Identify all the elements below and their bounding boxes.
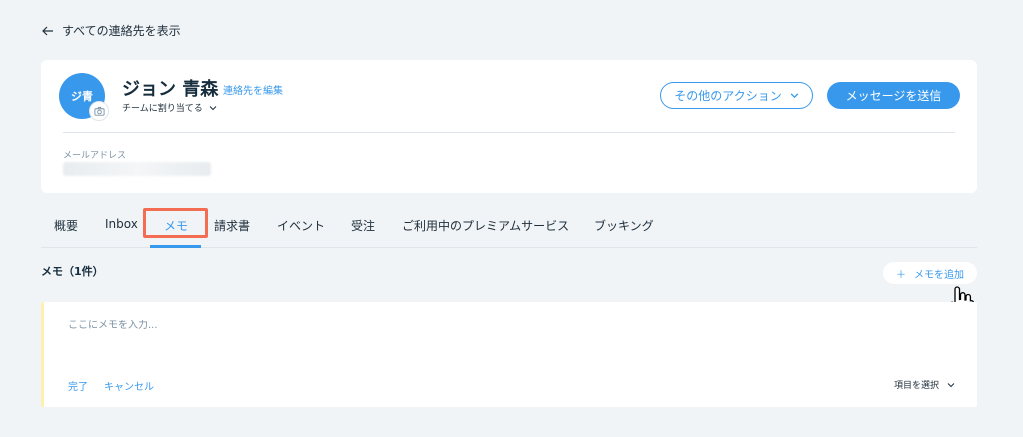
- send-message-button[interactable]: メッセージを送信: [827, 82, 960, 109]
- item-select-label: 項目を選択: [894, 381, 940, 391]
- back-to-contacts-link[interactable]: すべての連絡先を表示: [42, 22, 181, 39]
- tab-bookings[interactable]: ブッキング: [594, 217, 654, 234]
- active-tab-underline: [150, 245, 201, 248]
- arrow-left-icon: [42, 26, 53, 35]
- chevron-down-icon: [947, 382, 955, 387]
- assign-team-label: チームに割り当てる: [122, 104, 203, 114]
- done-button[interactable]: 完了: [68, 378, 88, 393]
- more-actions-button[interactable]: その他のアクション: [660, 82, 813, 109]
- tab-events[interactable]: イベント: [277, 217, 325, 234]
- avatar-initials: ジ青: [71, 90, 93, 103]
- email-label: メールアドレス: [63, 151, 127, 161]
- tab-orders[interactable]: 受注: [351, 217, 375, 234]
- camera-icon[interactable]: [89, 101, 109, 121]
- item-select-dropdown[interactable]: 項目を選択: [894, 378, 955, 391]
- note-input[interactable]: [68, 320, 768, 331]
- chevron-down-icon: [790, 93, 799, 99]
- note-editor-card: 完了 キャンセル 項目を選択: [41, 302, 977, 407]
- notes-section-title: メモ（1件）: [41, 265, 104, 278]
- tab-premium-services[interactable]: ご利用中のプレミアムサービス: [402, 217, 569, 234]
- chevron-down-icon: [209, 105, 217, 110]
- divider: [63, 132, 955, 133]
- add-note-label: メモを追加: [914, 269, 964, 281]
- contact-header-card: ジ青 ジョン 青森 連絡先を編集 チームに割り当てる その他のアクション メッセ…: [41, 60, 977, 193]
- plus-icon: ＋: [896, 269, 906, 281]
- contact-name: ジョン 青森: [122, 79, 219, 100]
- tab-notes[interactable]: メモ: [164, 217, 188, 234]
- edit-contact-link[interactable]: 連絡先を編集: [223, 82, 283, 97]
- tab-inbox[interactable]: Inbox: [105, 217, 138, 231]
- email-value-blurred: [63, 162, 211, 176]
- tab-overview[interactable]: 概要: [54, 217, 78, 234]
- add-note-button[interactable]: ＋ メモを追加: [883, 262, 977, 284]
- assign-team-dropdown[interactable]: チームに割り当てる: [122, 101, 217, 114]
- contact-tabs: 概要 Inbox メモ 請求書 イベント 受注 ご利用中のプレミアムサービス ブ…: [41, 208, 977, 248]
- back-label: すべての連絡先を表示: [62, 24, 181, 38]
- cancel-button[interactable]: キャンセル: [104, 378, 154, 393]
- tab-invoices[interactable]: 請求書: [214, 217, 250, 234]
- more-actions-label: その他のアクション: [674, 89, 782, 103]
